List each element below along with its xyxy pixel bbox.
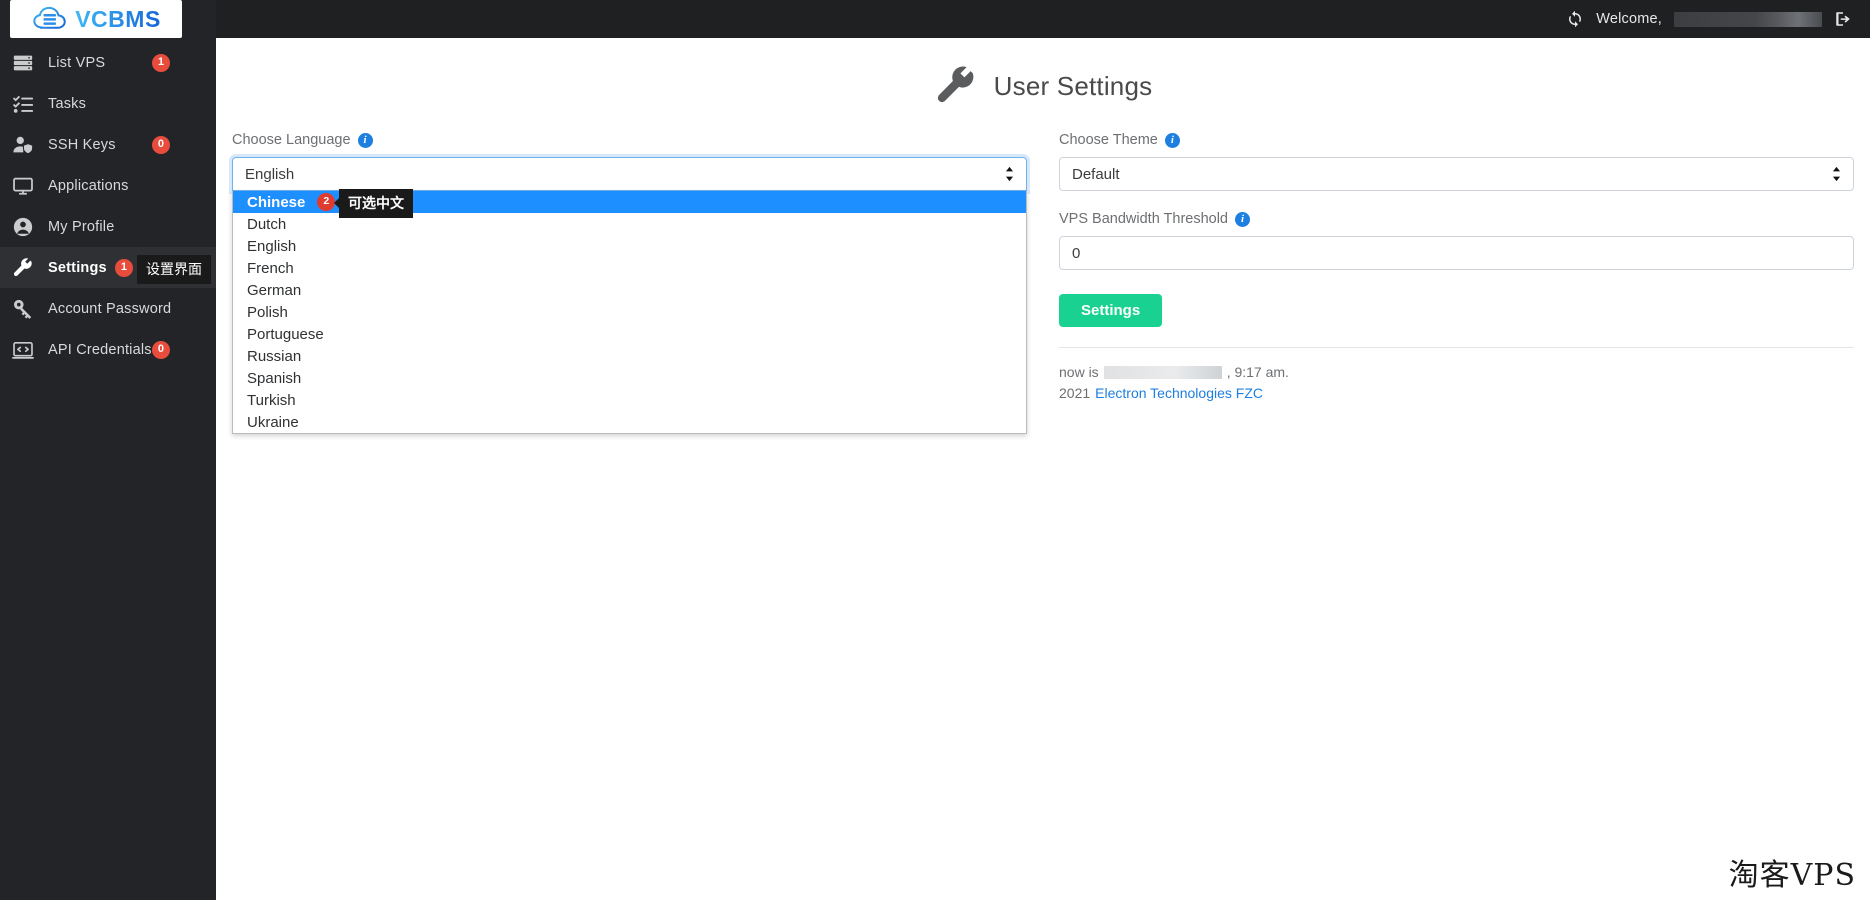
sidebar-item-api-credentials[interactable]: API Credentials 0 — [0, 329, 216, 370]
dropdown-option-label: Dutch — [247, 215, 287, 233]
logout-icon[interactable] — [1834, 10, 1852, 28]
sidebar-tooltip: 设置界面 — [137, 255, 211, 284]
sidebar-item-tasks[interactable]: Tasks — [0, 83, 216, 124]
dropdown-option-label: Polish — [247, 303, 288, 321]
dropdown-option-french[interactable]: French — [233, 257, 1026, 279]
sidebar-item-label: Applications — [48, 177, 129, 194]
brand-logo[interactable]: VCBMS — [10, 0, 182, 38]
sidebar-badge: 1 — [114, 258, 133, 277]
language-select-value: English — [245, 165, 295, 183]
dropdown-option-german[interactable]: German — [233, 279, 1026, 301]
dropdown-option-label: Portuguese — [247, 325, 324, 343]
code-window-icon — [12, 341, 34, 359]
dropdown-option-label: German — [247, 281, 302, 299]
bandwidth-input-value: 0 — [1072, 244, 1081, 262]
monitor-icon — [13, 177, 33, 195]
sidebar-item-account-password[interactable]: Account Password — [0, 288, 216, 329]
dropdown-option-badge: 2 — [317, 193, 336, 211]
page-title: User Settings — [216, 38, 1870, 108]
sidebar-item-label: Account Password — [48, 300, 172, 317]
chevron-updown-icon — [1005, 166, 1014, 182]
sidebar-item-label: SSH Keys — [48, 136, 116, 153]
dropdown-option-ukraine[interactable]: Ukraine — [233, 411, 1026, 433]
language-select-wrap: English Chinese 2 可选中文 Dutch English Fre… — [232, 157, 1027, 434]
sidebar-badge: 0 — [151, 135, 170, 154]
sidebar-item-label: Settings — [48, 259, 107, 276]
info-icon[interactable]: i — [1235, 211, 1251, 227]
bandwidth-label-row: VPS Bandwidth Threshold i — [1059, 211, 1854, 227]
footer-company-link[interactable]: Electron Technologies FZC — [1095, 383, 1263, 404]
sidebar: VCBMS List VPS 1 Tasks SSH Keys 0 Applic… — [0, 0, 216, 900]
theme-column: Choose Theme i Default VPS Bandwidth Thr… — [1059, 132, 1854, 404]
sidebar-nav: List VPS 1 Tasks SSH Keys 0 Applications… — [0, 42, 216, 370]
dropdown-option-tooltip: 可选中文 — [334, 189, 413, 218]
watermark: 淘客VPS — [1728, 858, 1856, 893]
footer-time-suffix: , 9:17 am. — [1226, 364, 1289, 380]
language-label: Choose Language — [232, 132, 351, 148]
footer: now is , 9:17 am. 2021 Electron Technolo… — [1059, 348, 1854, 404]
dropdown-option-label: Spanish — [247, 369, 302, 387]
footer-time-line: now is , 9:17 am. — [1059, 362, 1854, 383]
cloud-server-icon — [33, 6, 66, 29]
server-stack-icon — [13, 55, 33, 70]
welcome-label: Welcome, — [1596, 11, 1662, 27]
user-circle-icon — [13, 217, 33, 236]
top-bar-right: Welcome, — [1566, 10, 1870, 28]
main-content: User Settings Choose Language i English — [216, 38, 1870, 900]
user-shield-icon — [13, 136, 34, 154]
key-icon — [14, 299, 32, 319]
sidebar-item-list-vps[interactable]: List VPS 1 — [0, 42, 216, 83]
dropdown-option-chinese[interactable]: Chinese 2 可选中文 — [233, 189, 1026, 218]
theme-select-value: Default — [1072, 165, 1120, 183]
language-select[interactable]: English — [232, 157, 1027, 191]
dropdown-option-label: English — [247, 237, 297, 255]
theme-label-row: Choose Theme i — [1059, 132, 1854, 148]
theme-select[interactable]: Default — [1059, 157, 1854, 191]
language-column: Choose Language i English Chinese 2 可选中文… — [232, 132, 1027, 434]
sidebar-badge: 1 — [151, 53, 170, 72]
app-root: Welcome, VCBMS List VPS 1 Tasks SSH Keys… — [0, 0, 1870, 900]
dropdown-option-russian[interactable]: Russian — [233, 345, 1026, 367]
save-settings-button[interactable]: Settings — [1059, 294, 1163, 327]
dropdown-option-label: French — [247, 259, 294, 277]
info-icon[interactable]: i — [357, 132, 373, 148]
top-bar: Welcome, — [0, 0, 1870, 38]
sidebar-item-applications[interactable]: Applications — [0, 165, 216, 206]
wrench-icon — [937, 66, 974, 103]
dropdown-option-polish[interactable]: Polish — [233, 301, 1026, 323]
chevron-updown-icon — [1832, 166, 1841, 182]
wrench-icon — [13, 257, 32, 276]
theme-label: Choose Theme — [1059, 132, 1158, 148]
dropdown-option-label: Chinese — [247, 193, 306, 211]
dropdown-option-english[interactable]: English — [233, 235, 1026, 257]
brand-logo-text: VCBMS — [75, 5, 161, 32]
footer-year: 2021 — [1059, 385, 1091, 401]
info-icon[interactable]: i — [1164, 132, 1180, 148]
sidebar-item-label: My Profile — [48, 218, 115, 235]
language-label-row: Choose Language i — [232, 132, 1027, 148]
dropdown-option-turkish[interactable]: Turkish — [233, 389, 1026, 411]
sidebar-item-label: Tasks — [48, 95, 87, 112]
settings-form: Choose Language i English Chinese 2 可选中文… — [216, 132, 1870, 434]
sidebar-badge: 0 — [151, 340, 170, 359]
bandwidth-input[interactable]: 0 — [1059, 236, 1854, 270]
language-dropdown[interactable]: Chinese 2 可选中文 Dutch English French Germ… — [232, 189, 1027, 434]
username-redacted — [1674, 11, 1822, 27]
bandwidth-label: VPS Bandwidth Threshold — [1059, 211, 1229, 227]
sidebar-item-label: API Credentials — [48, 341, 152, 358]
dropdown-option-label: Russian — [247, 347, 302, 365]
sidebar-item-ssh-keys[interactable]: SSH Keys 0 — [0, 124, 216, 165]
footer-copyright-line: 2021 Electron Technologies FZC — [1059, 383, 1854, 404]
task-list-icon — [12, 95, 34, 113]
page-title-text: User Settings — [993, 70, 1153, 101]
dropdown-option-label: Ukraine — [247, 413, 299, 431]
sidebar-item-my-profile[interactable]: My Profile — [0, 206, 216, 247]
dropdown-option-label: Turkish — [247, 391, 296, 409]
dropdown-option-spanish[interactable]: Spanish — [233, 367, 1026, 389]
sidebar-item-label: List VPS — [48, 54, 106, 71]
dropdown-option-portuguese[interactable]: Portuguese — [233, 323, 1026, 345]
footer-time-redacted — [1103, 366, 1222, 379]
sync-icon[interactable] — [1566, 10, 1584, 28]
footer-time-prefix: now is — [1059, 364, 1099, 380]
